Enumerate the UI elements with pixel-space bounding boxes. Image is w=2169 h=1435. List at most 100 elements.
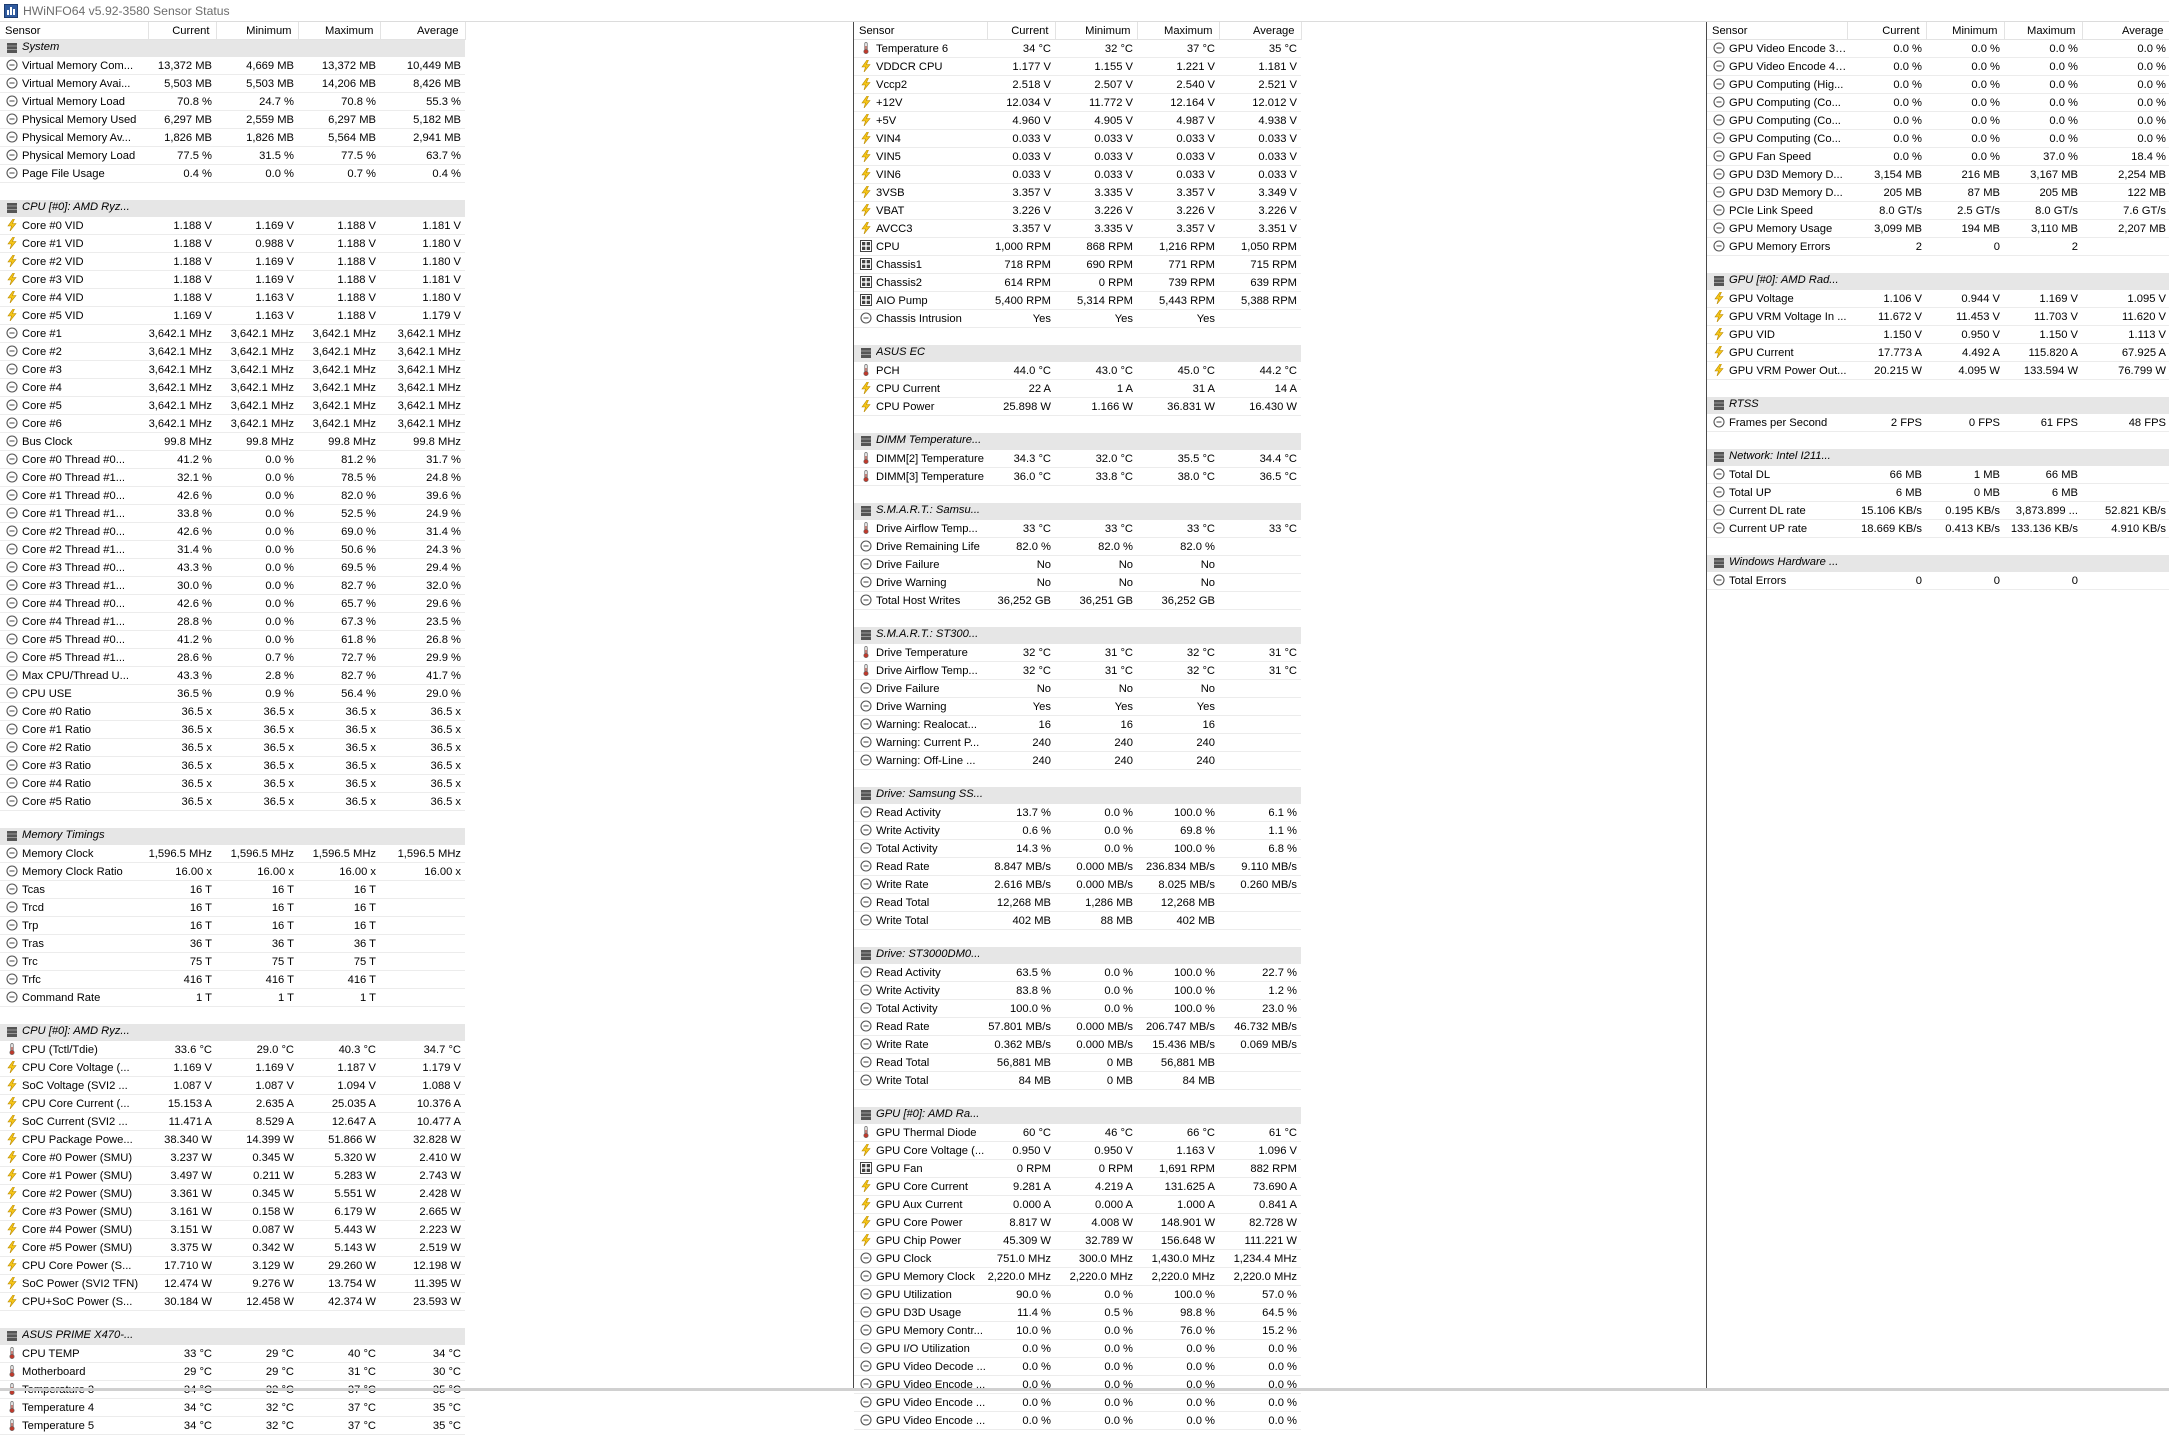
sensor-row-core-1[interactable]: Core #1 3,642.1 MHz 3,642.1 MHz 3,642.1 MHz… xyxy=(0,324,465,343)
sensor-row-warning-off-line[interactable]: Warning: Off-Line ... 240 240 240 xyxy=(854,751,1301,770)
sensor-row-core-4[interactable]: Core #4 3,642.1 MHz 3,642.1 MHz 3,642.1 MHz… xyxy=(0,378,465,397)
sensor-row-core-5-ratio[interactable]: Core #5 Ratio 36.5 x 36.5 x 36.5 x 36.5 x xyxy=(0,792,465,811)
sensor-row-drive-airflow-temp[interactable]: Drive Airflow Temp... 32 °C 31 °C 32 °C 31 °… xyxy=(854,661,1301,680)
sensor-row-cpu-core-power-s[interactable]: CPU Core Power (S... 17.710 W 3.129 W 29.26… xyxy=(0,1256,465,1275)
sensor-row-write-activity[interactable]: Write Activity 0.6 % 0.0 % 69.8 % 1.1 % xyxy=(854,821,1301,840)
sensor-row-gpu-core-power[interactable]: GPU Core Power 8.817 W 4.008 W 148.901 W 82.… xyxy=(854,1213,1301,1232)
sensor-row-cpu-power[interactable]: CPU Power 25.898 W 1.166 W 36.831 W 16.430 W xyxy=(854,397,1301,416)
sensor-row-core-2-thread-0[interactable]: Core #2 Thread #0... 42.6 % 0.0 % 69.0 % 31.… xyxy=(0,522,465,541)
sensor-row-core-3-thread-0[interactable]: Core #3 Thread #0... 43.3 % 0.0 % 69.5 % 29.… xyxy=(0,558,465,577)
sensor-name-cell[interactable]: Physical Memory Load xyxy=(0,146,148,165)
sensor-row-virtual-memory-com[interactable]: Virtual Memory Com... 13,372 MB 4,669 MB 13… xyxy=(0,57,465,75)
sensor-row-gpu-vrm-power-out[interactable]: GPU VRM Power Out... 20.215 W 4.095 W 133.5… xyxy=(1707,361,2169,380)
sensor-name-cell[interactable]: Vccp2 xyxy=(854,75,987,94)
sensor-group-header[interactable]: CPU [#0]: AMD Ryz... xyxy=(0,200,465,217)
sensor-row-cpu[interactable]: CPU 1,000 RPM 868 RPM 1,216 RPM 1,050 RPM xyxy=(854,237,1301,256)
sensor-row-core-5[interactable]: Core #5 3,642.1 MHz 3,642.1 MHz 3,642.1 MHz… xyxy=(0,396,465,415)
sensor-row-core-5-vid[interactable]: Core #5 VID 1.169 V 1.163 V 1.188 V 1.179 V xyxy=(0,306,465,325)
sensor-name-cell[interactable]: Read Total xyxy=(854,893,987,912)
sensor-row-tras[interactable]: Tras 36 T 36 T 36 T xyxy=(0,934,465,953)
sensor-row-total-activity[interactable]: Total Activity 100.0 % 0.0 % 100.0 % 23.0 % xyxy=(854,999,1301,1018)
sensor-group-name-cell[interactable]: Windows Hardware ... xyxy=(1707,555,1847,572)
sensor-row-physical-memory-av[interactable]: Physical Memory Av... 1,826 MB 1,826 MB 5,5… xyxy=(0,128,465,147)
sensor-name-cell[interactable]: Memory Clock Ratio xyxy=(0,862,148,881)
sensor-name-cell[interactable]: Physical Memory Used xyxy=(0,110,148,129)
sensor-name-cell[interactable]: Core #4 Thread #0... xyxy=(0,594,148,613)
sensor-row-core-1-vid[interactable]: Core #1 VID 1.188 V 0.988 V 1.188 V 1.180 V xyxy=(0,234,465,253)
sensor-row-warning-current-p[interactable]: Warning: Current P... 240 240 240 xyxy=(854,733,1301,752)
sensor-row-core-3-vid[interactable]: Core #3 VID 1.188 V 1.169 V 1.188 V 1.181 V xyxy=(0,270,465,289)
sensor-row-gpu-core-voltage[interactable]: GPU Core Voltage (... 0.950 V 0.950 V 1.163… xyxy=(854,1141,1301,1160)
sensor-row-soc-current-svi2[interactable]: SoC Current (SVI2 ... 11.471 A 8.529 A 12.6… xyxy=(0,1112,465,1131)
sensor-name-cell[interactable]: Current UP rate xyxy=(1707,519,1847,538)
sensor-group-name-cell[interactable]: S.M.A.R.T.: ST300... xyxy=(854,627,987,644)
sensor-row-gpu-memory-usage[interactable]: GPU Memory Usage 3,099 MB 194 MB 3,110 MB 2,… xyxy=(1707,219,2169,238)
sensor-row-gpu-video-encode[interactable]: GPU Video Encode ... 0.0 % 0.0 % 0.0 % 0.0 % xyxy=(854,1393,1301,1412)
sensor-row-cpu-temp[interactable]: CPU TEMP 33 °C 29 °C 40 °C 34 °C xyxy=(0,1345,465,1363)
sensor-row-page-file-usage[interactable]: Page File Usage 0.4 % 0.0 % 0.7 % 0.4 % xyxy=(0,164,465,183)
sensor-row-cpu-use[interactable]: CPU USE 36.5 % 0.9 % 56.4 % 29.0 % xyxy=(0,684,465,703)
sensor-row-tcas[interactable]: Tcas 16 T 16 T 16 T xyxy=(0,880,465,899)
sensor-row-total-host-writes[interactable]: Total Host Writes 36,252 GB 36,251 GB 36,25… xyxy=(854,591,1301,610)
sensor-name-cell[interactable]: Read Rate xyxy=(854,857,987,876)
sensor-name-cell[interactable]: Core #1 Power (SMU) xyxy=(0,1166,148,1185)
sensor-row-core-3-thread-1[interactable]: Core #3 Thread #1... 30.0 % 0.0 % 82.7 % 32.… xyxy=(0,576,465,595)
sensor-row-dimm-2-temperature[interactable]: DIMM[2] Temperature 34.3 °C 32.0 °C 35.5 °C… xyxy=(854,450,1301,468)
sensor-row-core-5-thread-1[interactable]: Core #5 Thread #1... 28.6 % 0.7 % 72.7 % 29.… xyxy=(0,648,465,667)
sensor-row-command-rate[interactable]: Command Rate 1 T1 T1 T xyxy=(0,988,465,1007)
sensor-row-drive-warning[interactable]: Drive Warning No No No xyxy=(854,573,1301,592)
sensor-group-header[interactable]: Drive: ST3000DM0... xyxy=(854,947,1301,964)
sensor-name-cell[interactable]: Write Activity xyxy=(854,821,987,840)
sensor-name-cell[interactable]: VIN6 xyxy=(854,165,987,184)
sensor-name-cell[interactable]: Core #1 xyxy=(0,324,148,343)
sensor-row-temperature-4[interactable]: Temperature 4 34 °C 32 °C 37 °C 35 °C xyxy=(0,1398,465,1417)
sensor-group-header[interactable]: System xyxy=(0,39,465,57)
sensor-row-core-4-power-smu[interactable]: Core #4 Power (SMU) 3.151 W 0.087 W 5.443 W… xyxy=(0,1220,465,1239)
sensor-name-cell[interactable]: Chassis Intrusion xyxy=(854,309,987,328)
sensor-name-cell[interactable]: GPU VID xyxy=(1707,325,1847,344)
sensor-group-header[interactable]: S.M.A.R.T.: ST300... xyxy=(854,627,1301,644)
sensor-row-core-1-power-smu[interactable]: Core #1 Power (SMU) 3.497 W 0.211 W 5.283 W… xyxy=(0,1166,465,1185)
sensor-name-cell[interactable]: Memory Clock xyxy=(0,845,148,863)
sensor-row-core-1-thread-1[interactable]: Core #1 Thread #1... 33.8 % 0.0 % 52.5 % 24.… xyxy=(0,504,465,523)
sensor-name-cell[interactable]: GPU Video Encode ... xyxy=(854,1393,987,1412)
sensor-name-cell[interactable]: Total Errors xyxy=(1707,572,1847,590)
sensor-name-cell[interactable]: GPU Computing (Co... xyxy=(1707,93,1847,112)
sensor-group-name-cell[interactable]: Drive: Samsung SS... xyxy=(854,787,987,804)
sensor-row-gpu-fan[interactable]: GPU Fan 0 RPM 0 RPM 1,691 RPM 882 RPM xyxy=(854,1159,1301,1178)
sensor-row-core-6[interactable]: Core #6 3,642.1 MHz 3,642.1 MHz 3,642.1 MHz… xyxy=(0,414,465,433)
sensor-name-cell[interactable]: DIMM[3] Temperature xyxy=(854,467,987,486)
sensor-row-chassis1[interactable]: Chassis1 718 RPM 690 RPM 771 RPM 715 RPM xyxy=(854,255,1301,274)
column-header-minimum[interactable]: Minimum xyxy=(1926,22,2005,40)
sensor-row-gpu-chip-power[interactable]: GPU Chip Power 45.309 W 32.789 W 156.648 W1… xyxy=(854,1231,1301,1250)
sensor-name-cell[interactable]: Core #5 Power (SMU) xyxy=(0,1238,148,1257)
sensor-row-gpu-core-current[interactable]: GPU Core Current 9.281 A 4.219 A 131.625 A7… xyxy=(854,1177,1301,1196)
sensor-row-gpu-i-o-utilization[interactable]: GPU I/O Utilization 0.0 % 0.0 % 0.0 % 0.0 % xyxy=(854,1339,1301,1358)
sensor-name-cell[interactable]: Write Activity xyxy=(854,981,987,1000)
sensor-row-memory-clock[interactable]: Memory Clock 1,596.5 MHz 1,596.5 MHz 1,596.… xyxy=(0,845,465,863)
sensor-name-cell[interactable]: GPU Core Voltage (... xyxy=(854,1141,987,1160)
sensor-name-cell[interactable]: GPU VRM Power Out... xyxy=(1707,361,1847,380)
sensor-name-cell[interactable]: Core #4 Ratio xyxy=(0,774,148,793)
sensor-name-cell[interactable]: Write Rate xyxy=(854,875,987,894)
sensor-name-cell[interactable]: Core #0 Ratio xyxy=(0,702,148,721)
sensor-name-cell[interactable]: Write Total xyxy=(854,911,987,930)
sensor-row-gpu-vid[interactable]: GPU VID 1.150 V 0.950 V 1.150 V 1.113 V xyxy=(1707,325,2169,344)
sensor-name-cell[interactable]: GPU Clock xyxy=(854,1249,987,1268)
column-header-maximum[interactable]: Maximum xyxy=(2004,22,2083,40)
sensor-name-cell[interactable]: Core #2 Ratio xyxy=(0,738,148,757)
sensor-row-gpu-fan-speed[interactable]: GPU Fan Speed 0.0 % 0.0 % 37.0 % 18.4 % xyxy=(1707,147,2169,166)
sensor-group-name-cell[interactable]: GPU [#0]: AMD Rad... xyxy=(1707,273,1847,290)
sensor-name-cell[interactable]: Core #4 xyxy=(0,378,148,397)
sensor-row-current-up-rate[interactable]: Current UP rate 18.669 KB/s 0.413 KB/s 133.… xyxy=(1707,519,2169,538)
sensor-name-cell[interactable]: Core #4 VID xyxy=(0,288,148,307)
sensor-name-cell[interactable]: Warning: Off-Line ... xyxy=(854,751,987,770)
sensor-name-cell[interactable]: Drive Failure xyxy=(854,555,987,574)
sensor-name-cell[interactable]: +12V xyxy=(854,93,987,112)
sensor-name-cell[interactable]: Core #2 xyxy=(0,342,148,361)
sensor-row-core-0-thread-1[interactable]: Core #0 Thread #1... 32.1 % 0.0 % 78.5 % 24.… xyxy=(0,468,465,487)
sensor-name-cell[interactable]: VDDCR CPU xyxy=(854,57,987,76)
sensor-name-cell[interactable]: Chassis2 xyxy=(854,273,987,292)
sensor-row-core-1-ratio[interactable]: Core #1 Ratio 36.5 x 36.5 x 36.5 x 36.5 x xyxy=(0,720,465,739)
sensor-group-header[interactable]: ASUS PRIME X470-... xyxy=(0,1328,465,1345)
